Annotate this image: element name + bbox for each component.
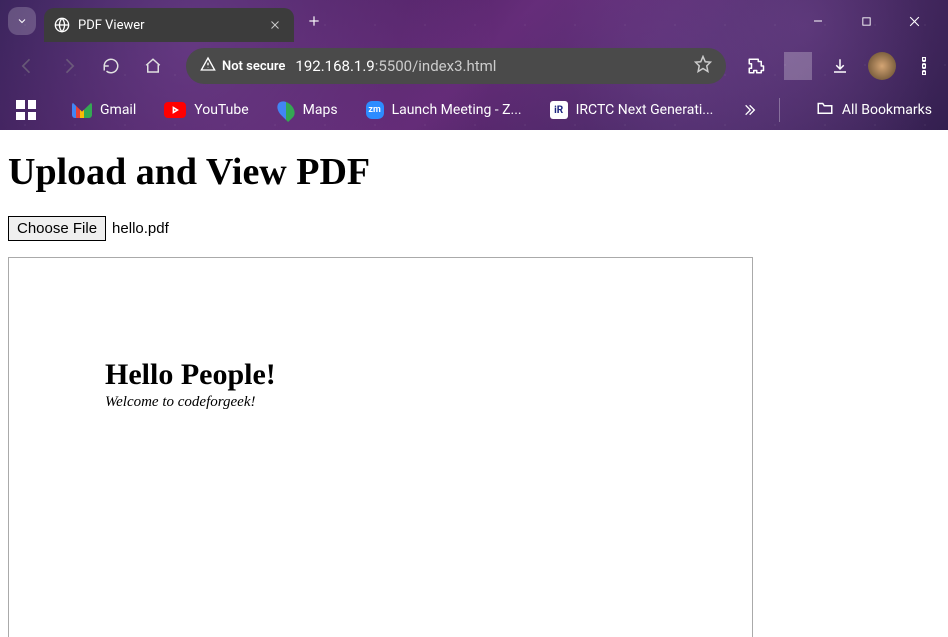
warning-icon <box>200 56 216 76</box>
apps-icon <box>16 100 36 120</box>
back-button[interactable] <box>10 49 44 83</box>
divider <box>779 98 780 122</box>
toolbar: Not secure 192.168.1.9:5500/index3.html <box>0 42 948 90</box>
bookmark-label: IRCTC Next Generati... <box>576 102 714 118</box>
security-label: Not secure <box>222 59 285 74</box>
bookmark-label: Maps <box>303 102 338 118</box>
address-bar[interactable]: Not secure 192.168.1.9:5500/index3.html <box>186 48 726 84</box>
titlebar: PDF Viewer <box>0 0 948 42</box>
bookmark-label: Launch Meeting - Z... <box>392 102 522 118</box>
bookmark-label: Gmail <box>100 102 136 118</box>
page-title: Upload and View PDF <box>8 150 940 194</box>
window-controls <box>800 5 940 37</box>
bookmark-star-button[interactable] <box>694 55 712 77</box>
bookmark-gmail[interactable]: Gmail <box>66 98 142 122</box>
bookmark-label: YouTube <box>194 102 248 118</box>
extensions-button[interactable] <box>742 52 770 80</box>
close-window-button[interactable] <box>896 5 932 37</box>
browser-chrome: PDF Viewer <box>0 0 948 130</box>
bookmark-youtube[interactable]: YouTube <box>158 98 254 122</box>
selected-file-name: hello.pdf <box>112 220 169 237</box>
close-icon[interactable] <box>266 16 284 34</box>
bookmark-maps[interactable]: Maps <box>271 97 344 123</box>
browser-tab[interactable]: PDF Viewer <box>44 8 294 42</box>
tab-title: PDF Viewer <box>78 18 258 33</box>
forward-button[interactable] <box>52 49 86 83</box>
choose-file-button[interactable]: Choose File <box>8 216 106 241</box>
home-button[interactable] <box>136 49 170 83</box>
menu-button[interactable] <box>910 52 938 80</box>
page-body: Upload and View PDF Choose File hello.pd… <box>0 130 948 637</box>
maps-icon <box>277 101 295 119</box>
minimize-button[interactable] <box>800 5 836 37</box>
new-tab-button[interactable] <box>300 7 328 35</box>
bookmarks-bar: Gmail YouTube Maps zm Launch Meeting - Z… <box>0 90 948 130</box>
bookmark-zoom[interactable]: zm Launch Meeting - Z... <box>360 97 528 123</box>
profile-avatar[interactable] <box>868 52 896 80</box>
zoom-icon: zm <box>366 101 384 119</box>
apps-button[interactable] <box>10 96 50 124</box>
youtube-icon <box>164 102 186 118</box>
toolbar-right <box>742 52 938 80</box>
reload-button[interactable] <box>94 49 128 83</box>
bookmark-irctc[interactable]: iR IRCTC Next Generati... <box>544 97 720 123</box>
address-text: 192.168.1.9:5500/index3.html <box>295 57 684 75</box>
downloads-button[interactable] <box>826 52 854 80</box>
pdf-heading: Hello People! <box>105 358 656 392</box>
folder-icon <box>816 99 834 121</box>
bookmark-overflow-button[interactable] <box>735 98 763 122</box>
file-input[interactable]: Choose File hello.pdf <box>8 216 940 241</box>
maximize-button[interactable] <box>848 5 884 37</box>
security-badge[interactable]: Not secure <box>200 56 285 76</box>
all-bookmarks-label: All Bookmarks <box>842 102 932 118</box>
tab-search-button[interactable] <box>8 7 36 35</box>
all-bookmarks-button[interactable]: All Bookmarks <box>810 95 938 125</box>
page-viewport[interactable]: Upload and View PDF Choose File hello.pd… <box>0 130 948 637</box>
gmail-icon <box>72 102 92 118</box>
pdf-subtitle: Welcome to codeforgeek! <box>105 394 656 411</box>
pdf-viewer-frame[interactable]: Hello People! Welcome to codeforgeek! <box>8 257 753 637</box>
globe-icon <box>54 17 70 33</box>
irctc-icon: iR <box>550 101 568 119</box>
divider <box>784 52 812 80</box>
